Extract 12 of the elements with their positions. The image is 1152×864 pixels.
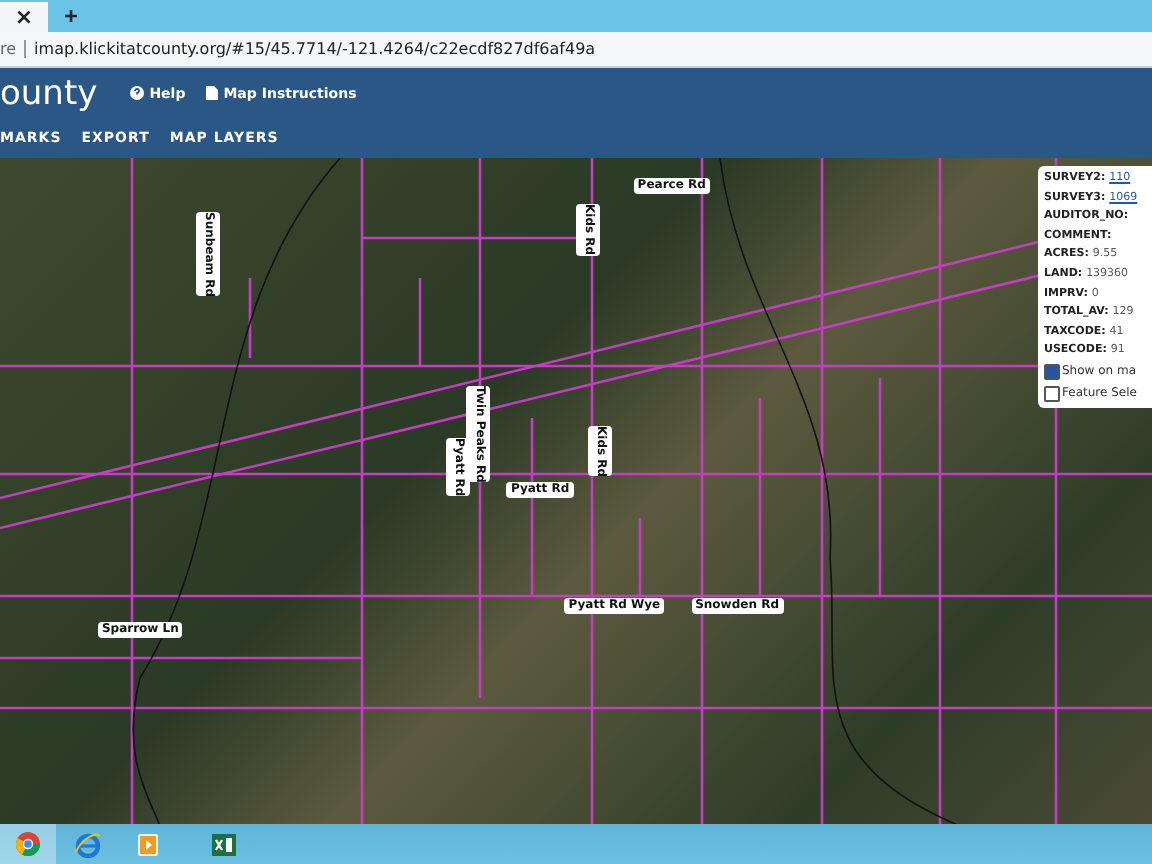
document-icon (205, 86, 218, 100)
tab-close-button[interactable]: × (0, 2, 48, 32)
security-label: re (0, 40, 27, 58)
taskbar-app-button[interactable] (0, 824, 56, 864)
help-icon (129, 86, 144, 100)
browser-icon (16, 832, 40, 856)
media-player-icon (138, 833, 158, 855)
spreadsheet-icon (212, 833, 236, 855)
new-tab-button[interactable]: + (48, 2, 95, 32)
browser-icon (74, 831, 102, 857)
site-title: ounty (0, 73, 98, 113)
address-field[interactable]: imap.klickitatcounty.org/#15/45.7714/-121.4264/c22ecdf827df6af49a (34, 40, 596, 58)
